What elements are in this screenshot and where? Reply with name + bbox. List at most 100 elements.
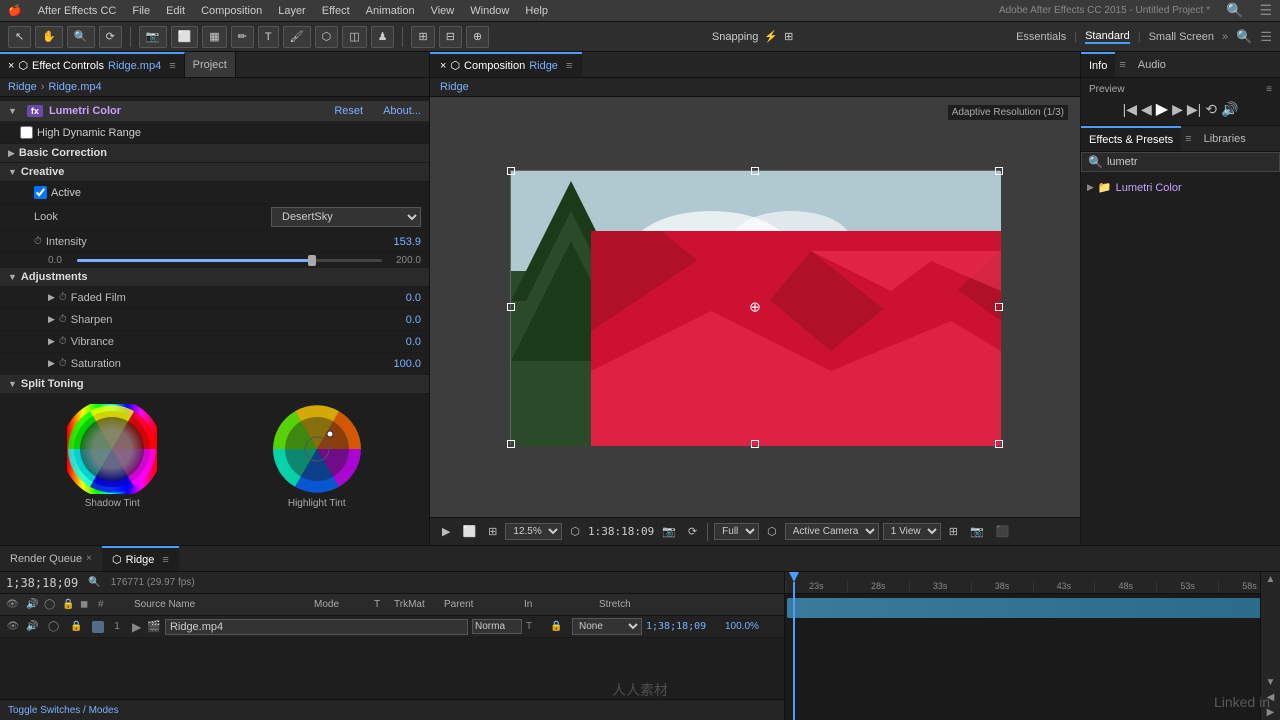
zoom-tool[interactable]: 🔍 (67, 26, 95, 48)
saturation-value[interactable]: 100.0 (393, 358, 421, 370)
menu-help[interactable]: Help (525, 5, 548, 17)
handle-ml[interactable] (507, 303, 515, 311)
comp-camera[interactable]: 📷 (658, 523, 680, 540)
ep-root-expand[interactable]: ▶ (1087, 182, 1094, 193)
text-tool[interactable]: T (258, 26, 279, 48)
shadow-wheel-svg[interactable] (67, 404, 157, 494)
snapping-toggle[interactable]: ⚡ (764, 30, 778, 43)
handle-br[interactable] (995, 440, 1003, 448)
intensity-value[interactable]: 153.9 (393, 236, 421, 248)
close-ec-tab[interactable]: × (8, 60, 14, 72)
highlight-wheel-svg[interactable] (272, 404, 362, 494)
brush-tool[interactable]: 🖌 (283, 26, 311, 48)
comp-tab-menu[interactable]: ≡ (566, 60, 572, 72)
search-icon2[interactable]: 🔍 (1236, 29, 1252, 45)
hdr-checkbox[interactable] (20, 126, 33, 139)
render-queue-tab[interactable]: Render Queue × (0, 546, 102, 571)
breadcrumb-file[interactable]: Ridge.mp4 (48, 81, 101, 93)
camera-select[interactable]: Active Camera (785, 523, 879, 540)
quality-select[interactable]: Full (714, 523, 759, 540)
comp-grid[interactable]: ⊞ (484, 523, 501, 540)
prev-forward[interactable]: ▶ (1172, 101, 1183, 118)
apple-menu[interactable]: 🍎 (8, 4, 22, 17)
intensity-thumb[interactable] (308, 255, 316, 266)
menu-window[interactable]: Window (470, 5, 509, 17)
timeline-right[interactable]: 23s 28s 33s 38s 43s 48s 53s 58s (785, 572, 1280, 720)
layer-t[interactable]: T (526, 621, 546, 632)
layer-color[interactable] (92, 621, 104, 633)
menu-effect[interactable]: Effect (322, 5, 350, 17)
view-select[interactable]: 1 View (883, 523, 941, 540)
eraser-tool[interactable]: ◫ (342, 26, 366, 48)
puppet-tool[interactable]: ♟ (371, 26, 395, 48)
layer-timeline-bar[interactable] (787, 598, 1278, 618)
stamp-tool[interactable]: ⬡ (315, 26, 339, 48)
tl-current-time[interactable]: 1;38;18;09 (6, 576, 78, 590)
layer-mode[interactable]: Norma (472, 619, 522, 634)
active-checkbox[interactable] (34, 186, 47, 199)
layer-audio[interactable]: 🔊 (26, 621, 44, 632)
prev-audio[interactable]: 🔊 (1221, 101, 1238, 118)
expand-icon[interactable]: » (1222, 31, 1228, 43)
snapping-icon2[interactable]: ⊞ (784, 30, 793, 43)
handle-tm[interactable] (751, 167, 759, 175)
zoom-select[interactable]: 12.5% (505, 523, 562, 540)
pen-tool[interactable]: ✏ (231, 26, 254, 48)
layer-expand[interactable]: ▶ (130, 620, 143, 634)
comp-fullscreen[interactable]: ⬛ (992, 523, 1014, 540)
effect-controls-tab[interactable]: × ⬡ Effect Controls Ridge.mp4 ≡ (0, 52, 185, 77)
vibrance-stopwatch[interactable]: ⏱ (59, 336, 67, 347)
menu-layer[interactable]: Layer (278, 5, 306, 17)
comp-region[interactable]: ⬡ (763, 523, 781, 540)
sharpen-stopwatch[interactable]: ⏱ (59, 314, 67, 325)
audio-tab[interactable]: Audio (1130, 52, 1174, 77)
prev-loop[interactable]: ⟲ (1205, 101, 1217, 118)
standard-btn[interactable]: Standard (1085, 30, 1130, 44)
comp-tool[interactable]: ⬜ (171, 26, 199, 48)
look-dropdown[interactable]: DesertSky (271, 207, 421, 227)
libraries-tab[interactable]: Libraries (1196, 126, 1254, 151)
prev-play[interactable]: ▶ (1156, 99, 1168, 119)
comp-toggle-alpha[interactable]: ⬜ (458, 523, 480, 540)
intensity-stopwatch[interactable]: ⏱ (34, 236, 42, 247)
menu-composition[interactable]: Composition (201, 5, 262, 17)
faded-value[interactable]: 0.0 (406, 292, 421, 304)
sharpen-expand[interactable] (48, 314, 55, 325)
scroll-down[interactable]: ▼ (1261, 675, 1280, 690)
distribute-tool[interactable]: ⊟ (439, 26, 462, 48)
creative-expand[interactable] (8, 167, 17, 177)
scroll-up[interactable]: ▲ (1261, 572, 1280, 587)
vibrance-expand[interactable] (48, 336, 55, 347)
prev-last[interactable]: ▶| (1187, 101, 1201, 118)
layer-name[interactable]: Ridge.mp4 (165, 619, 468, 635)
handle-tr[interactable] (995, 167, 1003, 175)
comp-play[interactable]: ▶ (438, 523, 454, 540)
info-tab[interactable]: Info (1081, 52, 1115, 77)
playhead-indicator[interactable] (789, 572, 799, 720)
anchor-point[interactable]: ⊕ (749, 299, 761, 316)
comp-reset-view[interactable]: ⊞ (945, 523, 962, 540)
comp-viewer[interactable]: Adaptive Resolution (1/3) (430, 97, 1080, 517)
scroll-right[interactable]: ▶ (1261, 705, 1280, 720)
tl-search[interactable]: 🔍 (88, 577, 100, 588)
menu-animation[interactable]: Animation (366, 5, 415, 17)
comp-motion-blur[interactable]: ⟳ (684, 523, 701, 540)
vibrance-value[interactable]: 0.0 (406, 336, 421, 348)
anchor-tool[interactable]: ⊕ (466, 26, 489, 48)
close-rq[interactable]: × (86, 553, 92, 564)
comp-image[interactable]: ⊕ (510, 170, 1000, 445)
small-screen-btn[interactable]: Small Screen (1149, 31, 1214, 43)
split-expand[interactable] (8, 379, 17, 389)
options-icon[interactable]: ☰ (1259, 2, 1272, 19)
prev-back[interactable]: ◀ (1141, 101, 1152, 118)
lumetri-expand[interactable] (8, 106, 17, 116)
tab-menu[interactable]: ≡ (169, 60, 175, 72)
menu-ae[interactable]: After Effects CC (38, 5, 117, 17)
info-tab-menu[interactable]: ≡ (1115, 52, 1129, 77)
toggle-switches-label[interactable]: Toggle Switches / Modes (8, 705, 119, 716)
intensity-slider[interactable] (77, 259, 382, 262)
menu-view[interactable]: View (431, 5, 455, 17)
ep-search-input[interactable] (1107, 156, 1273, 168)
comp-tab-ridge[interactable]: × ⬡ Composition Ridge ≡ (430, 52, 582, 77)
faded-expand[interactable] (48, 292, 55, 303)
